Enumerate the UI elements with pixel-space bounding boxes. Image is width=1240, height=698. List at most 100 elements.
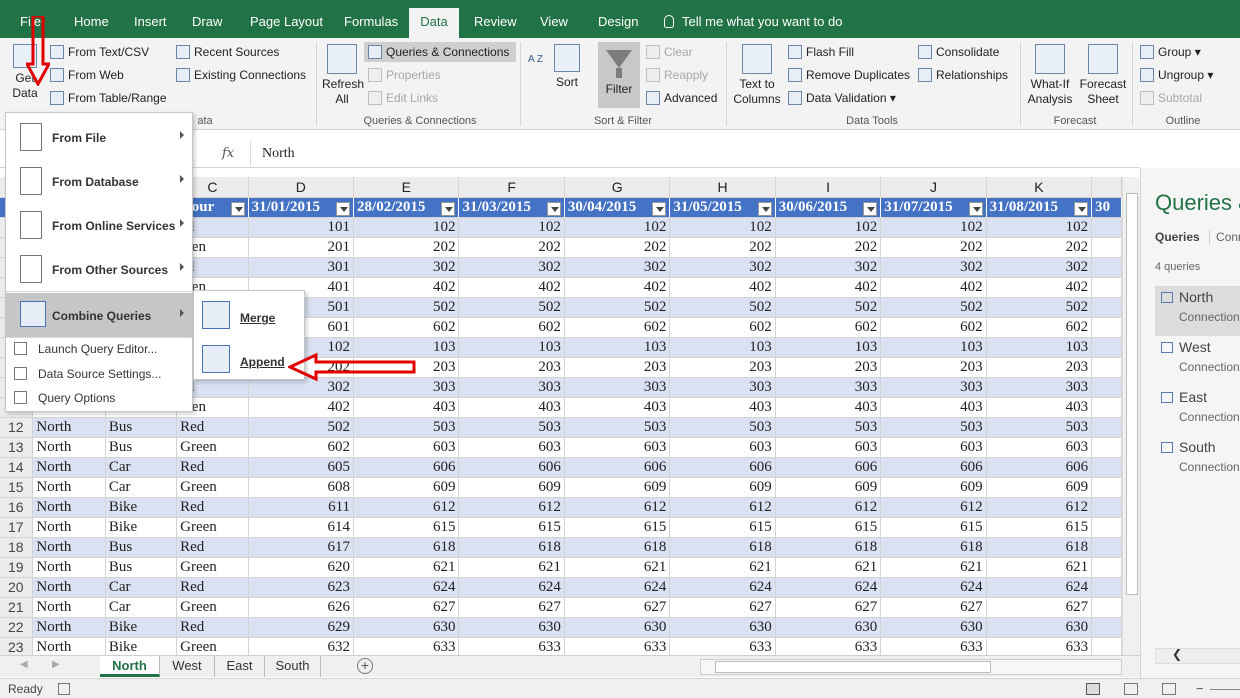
cell-type[interactable]: Bus — [105, 437, 178, 458]
table-header-cell[interactable]: 31/07/2015 — [880, 197, 987, 218]
cell-value[interactable]: 617 — [248, 537, 355, 558]
row-header[interactable]: 20 — [0, 577, 34, 598]
cell-value[interactable]: 633 — [564, 637, 671, 655]
cell-region[interactable]: North — [32, 617, 106, 638]
page-layout-view-icon[interactable] — [1124, 683, 1138, 695]
cell-value[interactable]: 624 — [353, 577, 460, 598]
vertical-scroll-thumb[interactable] — [1126, 193, 1138, 595]
cell-colour[interactable]: Red — [176, 457, 249, 478]
row-header[interactable]: 17 — [0, 517, 34, 538]
cell-value[interactable]: 102 — [669, 217, 776, 238]
cell-value[interactable]: 603 — [986, 437, 1093, 458]
cell-value[interactable]: 202 — [564, 237, 671, 258]
cell-value[interactable]: 502 — [880, 297, 987, 318]
table-header-cell[interactable]: 30/06/2015 — [775, 197, 882, 218]
cell-value[interactable]: 609 — [986, 477, 1093, 498]
sort-a-z-icon[interactable]: A Z — [528, 52, 543, 68]
cell-value[interactable] — [1091, 477, 1122, 498]
cell-value[interactable]: 203 — [564, 357, 671, 378]
cell-value[interactable]: 618 — [775, 537, 882, 558]
cell-value[interactable]: 603 — [775, 437, 882, 458]
cell-region[interactable]: North — [32, 597, 106, 618]
clear-button[interactable]: Clear — [646, 44, 693, 60]
cell-value[interactable]: 402 — [458, 277, 565, 298]
cell-type[interactable]: Car — [105, 577, 178, 598]
column-header[interactable]: F — [458, 177, 565, 198]
cell-value[interactable]: 633 — [353, 637, 460, 655]
tab-data[interactable]: Data — [409, 8, 459, 38]
cell-value[interactable]: 624 — [986, 577, 1093, 598]
cell-value[interactable]: 612 — [880, 497, 987, 518]
tab-page-layout[interactable]: Page Layout — [242, 8, 331, 38]
cell-value[interactable] — [1091, 397, 1122, 418]
table-header-cell[interactable]: 31/01/2015 — [248, 197, 355, 218]
cell-value[interactable]: 502 — [353, 297, 460, 318]
cell-value[interactable]: 203 — [669, 357, 776, 378]
cell-value[interactable]: 605 — [248, 457, 355, 478]
sheet-tab-north[interactable]: North — [100, 656, 160, 677]
cell-colour[interactable]: Red — [176, 617, 249, 638]
filter-dropdown-icon[interactable] — [546, 201, 561, 216]
submenu-item-merge[interactable]: Merge — [194, 293, 304, 337]
macro-record-icon[interactable] — [58, 683, 70, 695]
cell-value[interactable]: 633 — [458, 637, 565, 655]
query-item-west[interactable]: West Connection — [1155, 336, 1240, 386]
cell-value[interactable]: 614 — [248, 517, 355, 538]
cell-value[interactable]: 627 — [353, 597, 460, 618]
cell-value[interactable]: 302 — [458, 257, 565, 278]
cell-value[interactable]: 618 — [986, 537, 1093, 558]
cell-value[interactable]: 302 — [669, 257, 776, 278]
cell-value[interactable]: 618 — [880, 537, 987, 558]
chevron-left-icon[interactable]: ❮ — [1172, 647, 1182, 661]
consolidate-button[interactable]: Consolidate — [918, 44, 999, 60]
row-header[interactable]: 18 — [0, 537, 34, 558]
filter-dropdown-icon[interactable] — [336, 201, 351, 216]
cell-value[interactable]: 102 — [458, 217, 565, 238]
cell-value[interactable]: 603 — [458, 437, 565, 458]
cell-type[interactable]: Bike — [105, 617, 178, 638]
cell-value[interactable]: 202 — [669, 237, 776, 258]
cell-value[interactable]: 615 — [775, 517, 882, 538]
cell-value[interactable]: 302 — [986, 257, 1093, 278]
tab-draw[interactable]: Draw — [184, 8, 230, 38]
cell-value[interactable]: 609 — [458, 477, 565, 498]
cell-value[interactable]: 602 — [775, 317, 882, 338]
filter-dropdown-icon[interactable] — [863, 201, 878, 216]
cell-value[interactable]: 618 — [669, 537, 776, 558]
sheet-tab-west[interactable]: West — [160, 656, 215, 677]
cell-value[interactable] — [1091, 377, 1122, 398]
cell-value[interactable]: 103 — [458, 337, 565, 358]
query-item-north[interactable]: North Connection — [1155, 286, 1240, 336]
cell-colour[interactable]: Green — [176, 437, 249, 458]
cell-value[interactable]: 621 — [880, 557, 987, 578]
column-header[interactable]: K — [986, 177, 1093, 198]
cell-value[interactable]: 403 — [986, 397, 1093, 418]
cell-value[interactable]: 609 — [564, 477, 671, 498]
flash-fill-button[interactable]: Flash Fill — [788, 44, 854, 60]
cell-value[interactable]: 633 — [880, 637, 987, 655]
cell-value[interactable]: 303 — [986, 377, 1093, 398]
fx-icon[interactable]: fx — [222, 146, 234, 161]
cell-value[interactable] — [1091, 217, 1122, 238]
row-header[interactable]: 14 — [0, 457, 34, 478]
cell-value[interactable]: 615 — [669, 517, 776, 538]
existing-connections-button[interactable]: Existing Connections — [176, 67, 306, 83]
cell-value[interactable]: 603 — [353, 437, 460, 458]
cell-value[interactable]: 633 — [669, 637, 776, 655]
filter-dropdown-icon[interactable] — [652, 201, 667, 216]
cell-value[interactable] — [1091, 357, 1122, 378]
advanced-button[interactable]: Advanced — [646, 90, 717, 106]
cell-value[interactable]: 630 — [458, 617, 565, 638]
cell-value[interactable]: 621 — [986, 557, 1093, 578]
column-header[interactable]: G — [564, 177, 671, 198]
cell-value[interactable] — [1091, 517, 1122, 538]
cell-type[interactable]: Bus — [105, 557, 178, 578]
horizontal-scrollbar[interactable] — [700, 659, 1122, 675]
cell-value[interactable]: 102 — [775, 217, 882, 238]
cell-value[interactable] — [1091, 437, 1122, 458]
row-header[interactable]: 16 — [0, 497, 34, 518]
column-header[interactable]: J — [880, 177, 987, 198]
cell-value[interactable]: 608 — [248, 477, 355, 498]
group-button[interactable]: Group ▾ — [1140, 44, 1201, 60]
cell-value[interactable]: 627 — [458, 597, 565, 618]
